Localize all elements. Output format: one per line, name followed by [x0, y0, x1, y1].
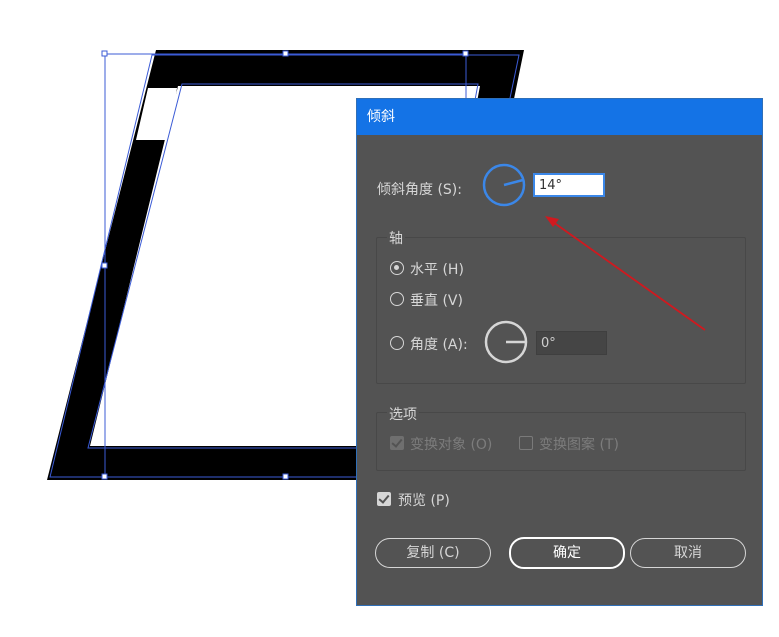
- copy-button[interactable]: 复制 (C): [375, 538, 491, 568]
- handle-top-left[interactable]: [101, 50, 108, 57]
- axis-group-title: 轴: [387, 228, 405, 248]
- handle-top-right[interactable]: [462, 50, 469, 57]
- transform-objects-checkbox[interactable]: [390, 436, 404, 450]
- cancel-button[interactable]: 取消: [630, 538, 746, 568]
- handle-top-middle[interactable]: [282, 50, 289, 57]
- axis-vertical-label[interactable]: 垂直 (V): [410, 290, 463, 310]
- axis-angle-input[interactable]: [536, 331, 607, 355]
- handle-bottom-left[interactable]: [101, 473, 108, 480]
- preview-checkbox[interactable]: [377, 492, 391, 506]
- axis-angle-label[interactable]: 角度 (A):: [410, 334, 468, 354]
- handle-bottom-middle[interactable]: [282, 473, 289, 480]
- axis-horizontal-radio[interactable]: [390, 261, 404, 275]
- options-group-title: 选项: [387, 404, 419, 424]
- axis-horizontal-label[interactable]: 水平 (H): [410, 259, 464, 279]
- shear-angle-label: 倾斜角度 (S):: [377, 182, 462, 198]
- ok-button[interactable]: 确定: [509, 537, 625, 569]
- dialog-titlebar[interactable]: 倾斜: [357, 99, 762, 135]
- axis-vertical-radio[interactable]: [390, 292, 404, 306]
- transform-patterns-checkbox[interactable]: [519, 436, 533, 450]
- handle-middle-left[interactable]: [101, 262, 108, 269]
- axis-angle-dial-icon[interactable]: [484, 320, 528, 364]
- shear-dialog: 倾斜 倾斜角度 (S): 轴 水平 (H) 垂直 (V) 角度 (A): 选项 …: [356, 98, 763, 606]
- dialog-title: 倾斜: [367, 109, 395, 125]
- transform-objects-label[interactable]: 变换对象 (O): [410, 434, 492, 454]
- shear-angle-input[interactable]: [533, 173, 605, 197]
- preview-label[interactable]: 预览 (P): [398, 490, 450, 510]
- transform-patterns-label[interactable]: 变换图案 (T): [539, 434, 619, 454]
- shear-angle-dial-icon[interactable]: [482, 163, 526, 207]
- axis-angle-radio[interactable]: [390, 336, 404, 350]
